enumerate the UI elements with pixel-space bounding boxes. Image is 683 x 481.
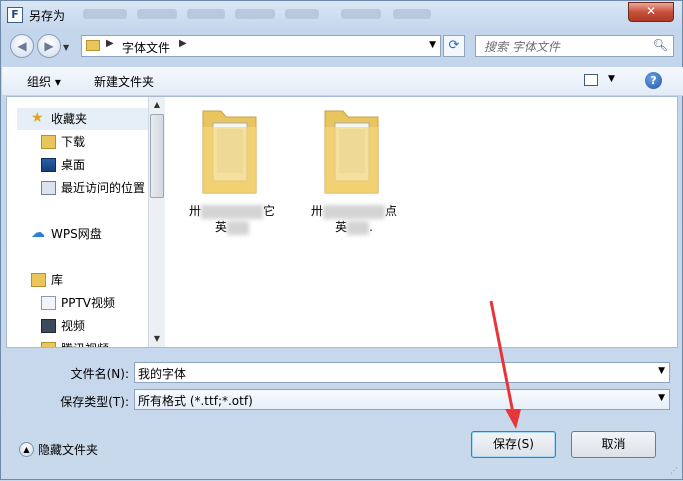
filename-dropdown-icon[interactable]: ▼ [658, 366, 665, 376]
tencent-video-icon [41, 342, 56, 347]
recent-pages-dropdown-icon[interactable]: ▼ [63, 43, 69, 52]
recent-places-icon [41, 181, 56, 195]
hide-folders-label: 隐藏文件夹 [38, 443, 99, 457]
save-button[interactable]: 保存(S) [471, 431, 556, 458]
folder-icon [86, 40, 100, 51]
blurred-menu [393, 9, 431, 19]
cloud-icon: ☁ [31, 225, 45, 241]
folder-icon [324, 110, 379, 194]
filetype-select[interactable]: 所有格式 (*.ttf;*.otf) ▼ [134, 389, 670, 410]
forward-arrow-icon: ▶ [44, 39, 54, 53]
download-folder-icon [41, 135, 56, 149]
sidebar-item-label: 收藏夹 [51, 112, 88, 126]
app-icon: F [7, 7, 23, 23]
close-button[interactable]: ✕ [628, 2, 674, 22]
browser-area: ★ 收藏夹 下载 桌面 最近访问的位置 ☁ WPS网盘 库 PPTV视频 视频 … [6, 96, 678, 348]
star-icon: ★ [31, 110, 44, 126]
scroll-down-icon[interactable]: ▼ [149, 331, 165, 347]
folder-item[interactable]: 卅它 英 [177, 105, 287, 235]
scroll-up-icon[interactable]: ▲ [149, 97, 165, 113]
save-as-dialog: F 另存为 ✕ ◀ ▶ ▼ ▶ 字体文件 ▶ ▼ ⟳ 🔍︎ 组织 ▾ 新建文件夹… [0, 0, 683, 480]
breadcrumb-chevron-icon[interactable]: ▶ [179, 38, 187, 49]
blurred-menu [235, 9, 275, 19]
search-box[interactable]: 🔍︎ [475, 35, 674, 57]
breadcrumb-item[interactable]: 字体文件 [122, 39, 170, 56]
blurred-menu [187, 9, 225, 19]
filename-label: 文件名(N): [70, 367, 129, 381]
view-options-dropdown-icon[interactable]: ▼ [608, 74, 615, 84]
desktop-icon [41, 158, 56, 172]
library-icon [31, 273, 46, 287]
hide-folders-toggle[interactable]: ▲ 隐藏文件夹 [19, 441, 98, 458]
search-icon[interactable]: 🔍︎ [653, 38, 668, 52]
resize-grip-icon[interactable]: ⋰ [670, 466, 678, 475]
navigation-scrollbar[interactable]: ▲ ▼ [148, 97, 165, 347]
folder-item[interactable]: 卅点 英. [299, 105, 409, 235]
sidebar-item-label: 下载 [61, 135, 86, 149]
refresh-icon: ⟳ [448, 38, 460, 53]
back-button[interactable]: ◀ [10, 34, 34, 58]
change-view-icon[interactable] [584, 74, 598, 86]
cancel-button[interactable]: 取消 [571, 431, 656, 458]
address-dropdown-icon[interactable]: ▼ [429, 40, 436, 50]
filename-field[interactable]: 我的字体 ▼ [134, 362, 670, 383]
back-arrow-icon: ◀ [17, 39, 27, 53]
sidebar-item-label: 视频 [61, 319, 86, 333]
search-input[interactable] [482, 38, 646, 56]
refresh-button[interactable]: ⟳ [443, 35, 465, 57]
close-icon: ✕ [645, 4, 657, 18]
blurred-menu [137, 9, 177, 19]
sidebar-item-label: 库 [51, 273, 64, 287]
filetype-label: 保存类型(T): [60, 395, 129, 409]
organize-button[interactable]: 组织 ▾ [27, 73, 61, 90]
title-bar[interactable]: F 另存为 ✕ [1, 1, 682, 29]
filename-value[interactable]: 我的字体 [138, 365, 186, 382]
pptv-icon [41, 296, 56, 310]
navigation-bar: ◀ ▶ ▼ ▶ 字体文件 ▶ ▼ ⟳ 🔍︎ [1, 31, 682, 63]
folder-icon [202, 110, 257, 194]
blurred-menu [285, 9, 319, 19]
new-folder-button[interactable]: 新建文件夹 [94, 73, 154, 90]
address-bar[interactable]: ▶ 字体文件 ▶ ▼ [81, 35, 441, 57]
breadcrumb-chevron-icon[interactable]: ▶ [106, 38, 114, 49]
sidebar-item-label: 腾讯视频 [61, 339, 109, 347]
sidebar-item-label: 最近访问的位置 [61, 181, 146, 195]
chevron-up-icon: ▲ [19, 442, 34, 457]
filetype-value: 所有格式 (*.ttf;*.otf) [138, 394, 253, 408]
video-icon [41, 319, 56, 333]
save-options-area: 文件名(N): 我的字体 ▼ 保存类型(T): 所有格式 (*.ttf;*.ot… [1, 351, 682, 479]
navigation-pane: ★ 收藏夹 下载 桌面 最近访问的位置 ☁ WPS网盘 库 PPTV视频 视频 … [7, 97, 165, 347]
window-title: 另存为 [29, 9, 66, 23]
scrollbar-thumb[interactable] [150, 114, 164, 198]
help-icon[interactable]: ? [645, 72, 662, 89]
sidebar-item-label: WPS网盘 [51, 227, 102, 241]
folder-name: 卅它 英 [188, 204, 276, 235]
folder-name: 卅点 英. [310, 204, 398, 235]
forward-button[interactable]: ▶ [37, 34, 61, 58]
filetype-dropdown-icon[interactable]: ▼ [658, 393, 665, 403]
sidebar-item-label: 桌面 [61, 158, 86, 172]
command-bar: 组织 ▾ 新建文件夹 ▼ ? [2, 67, 683, 96]
blurred-menu [341, 9, 381, 19]
sidebar-item-label: PPTV视频 [61, 296, 116, 310]
file-list: 卅它 英 卅点 英. [167, 97, 677, 347]
blurred-menu [83, 9, 127, 19]
